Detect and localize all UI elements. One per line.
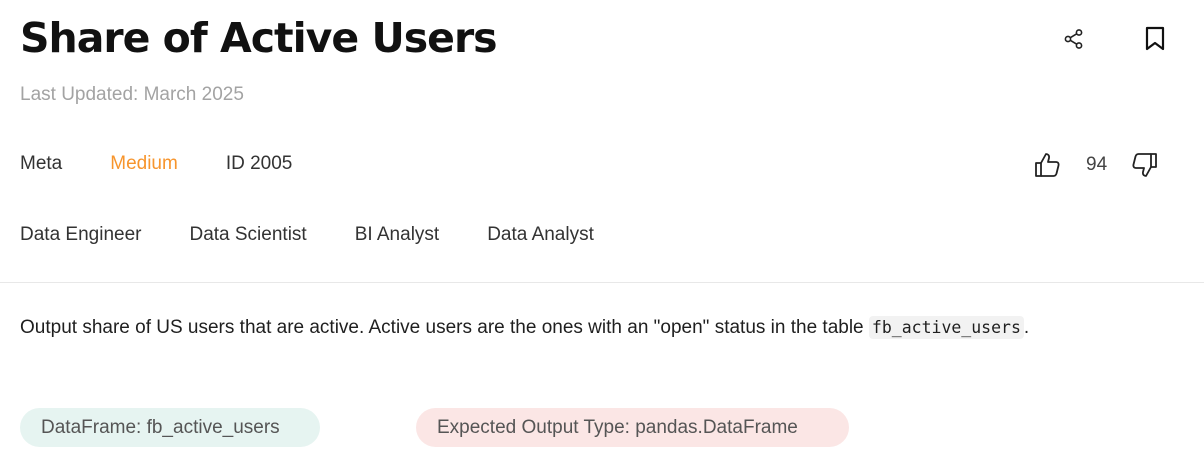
vote-controls: 94 xyxy=(1030,148,1162,182)
bookmark-icon xyxy=(1145,26,1165,51)
section-divider xyxy=(0,282,1204,283)
last-updated: Last Updated: March 2025 xyxy=(20,84,244,105)
dataframe-tag[interactable]: DataFrame: fb_active_users xyxy=(20,408,320,447)
page-title: Share of Active Users xyxy=(20,14,498,62)
difficulty-badge: Medium xyxy=(110,153,178,174)
table-name-code: fb_active_users xyxy=(868,316,1024,339)
share-button[interactable] xyxy=(1056,21,1092,57)
output-type-tag: Expected Output Type: pandas.DataFrame xyxy=(416,408,849,447)
question-page: Share of Active Users Last Updated: Marc… xyxy=(0,0,1204,457)
question-id: ID 2005 xyxy=(225,153,293,174)
description-text: Output share of US users that are active… xyxy=(20,317,869,338)
role-tag[interactable]: Data Scientist xyxy=(189,224,306,246)
upvote-button[interactable] xyxy=(1030,148,1064,182)
question-description: Output share of US users that are active… xyxy=(20,316,1030,339)
thumbs-down-icon xyxy=(1132,153,1157,177)
thumbs-up-icon xyxy=(1035,153,1060,177)
description-end: . xyxy=(1023,317,1030,338)
question-meta: Meta Medium ID 2005 xyxy=(20,153,292,175)
bookmark-button[interactable] xyxy=(1137,21,1173,57)
role-tag[interactable]: Data Engineer xyxy=(20,224,141,246)
downvote-button[interactable] xyxy=(1128,148,1162,182)
share-icon xyxy=(1064,29,1083,49)
vote-count: 94 xyxy=(1086,154,1108,175)
role-tag[interactable]: BI Analyst xyxy=(355,224,440,246)
company-label[interactable]: Meta xyxy=(20,153,62,175)
role-tag[interactable]: Data Analyst xyxy=(487,224,594,246)
role-list: Data Engineer Data Scientist BI Analyst … xyxy=(20,224,594,246)
